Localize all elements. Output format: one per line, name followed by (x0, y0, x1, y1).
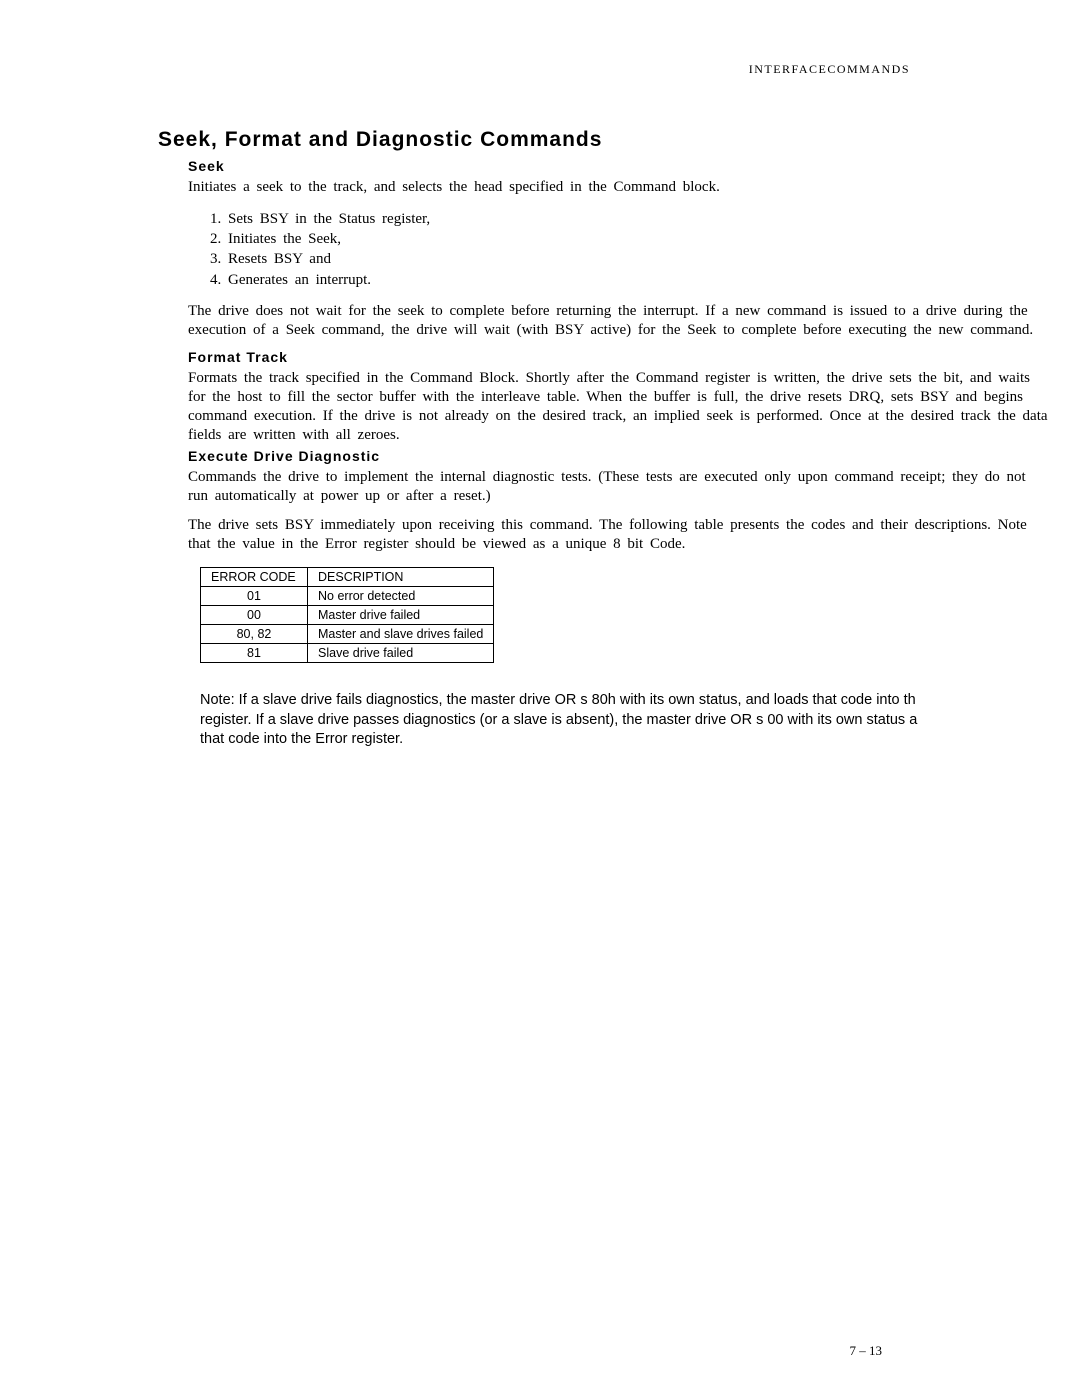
cell-code: 00 (201, 606, 308, 625)
page-number: 7 – 13 (850, 1343, 883, 1359)
seek-intro: Initiates a seek to the track, and selec… (188, 178, 1048, 197)
cell-desc: Slave drive failed (308, 644, 494, 663)
cell-desc: Master and slave drives failed (308, 625, 494, 644)
diag-p2: The drive sets BSY immediately upon rece… (188, 516, 1048, 554)
seek-steps: Sets BSY in the Status register, Initiat… (210, 209, 920, 290)
header-error-code: ERROR CODE (201, 568, 308, 587)
table-row: 00 Master drive failed (201, 606, 494, 625)
note-line: register. If a slave drive passes diagno… (200, 711, 920, 731)
seek-step: Initiates the Seek, (228, 229, 920, 249)
page-title: Seek, Format and Diagnostic Commands (158, 128, 920, 152)
seek-step: Sets BSY in the Status register, (228, 209, 920, 229)
format-body: Formats the track specified in the Comma… (188, 369, 1048, 444)
table-row: 81 Slave drive failed (201, 644, 494, 663)
header-right: INTERFACECOMMANDS (749, 62, 910, 77)
note-line: Note: If a slave drive fails diagnostics… (200, 691, 920, 711)
diag-p1: Commands the drive to implement the inte… (188, 468, 1048, 506)
diagnostic-note: Note: If a slave drive fails diagnostics… (200, 691, 920, 750)
diag-heading: Execute Drive Diagnostic (188, 448, 920, 464)
table-header-row: ERROR CODE DESCRIPTION (201, 568, 494, 587)
seek-heading: Seek (188, 158, 920, 174)
cell-desc: No error detected (308, 587, 494, 606)
page: INTERFACECOMMANDS Seek, Format and Diagn… (0, 0, 920, 1397)
header-description: DESCRIPTION (308, 568, 494, 587)
error-code-table: ERROR CODE DESCRIPTION 01 No error detec… (200, 567, 494, 663)
cell-code: 80, 82 (201, 625, 308, 644)
cell-desc: Master drive failed (308, 606, 494, 625)
table-row: 80, 82 Master and slave drives failed (201, 625, 494, 644)
seek-after: The drive does not wait for the seek to … (188, 302, 1048, 340)
format-heading: Format Track (188, 349, 920, 365)
note-line: that code into the Error register. (200, 730, 920, 750)
seek-step: Resets BSY and (228, 249, 920, 269)
seek-step: Generates an interrupt. (228, 270, 920, 290)
cell-code: 81 (201, 644, 308, 663)
table-row: 01 No error detected (201, 587, 494, 606)
cell-code: 01 (201, 587, 308, 606)
